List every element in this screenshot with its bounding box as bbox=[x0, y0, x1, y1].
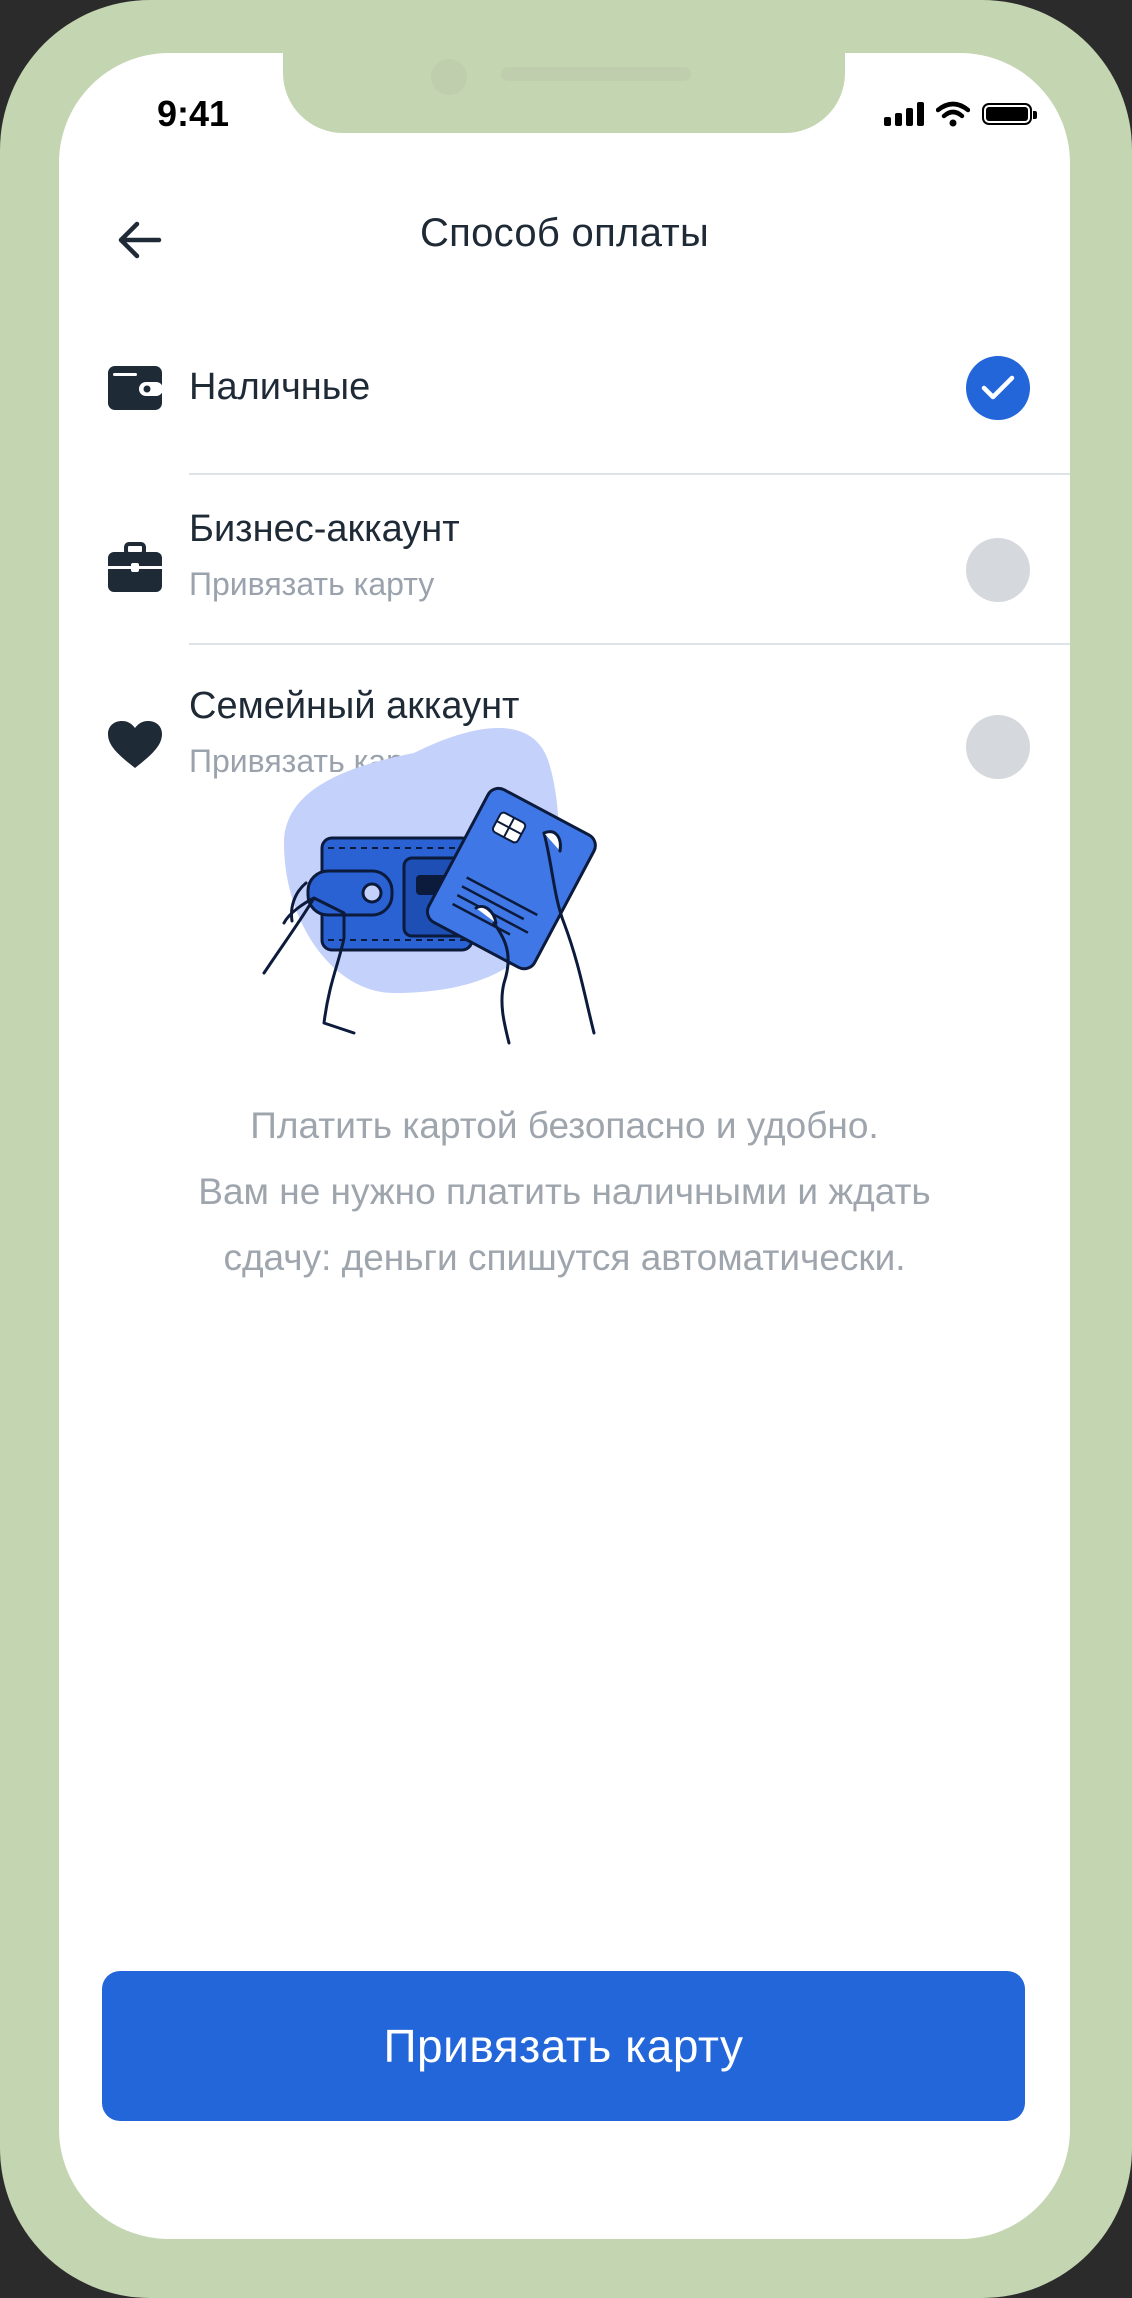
phone-notch bbox=[283, 53, 845, 133]
wifi-icon bbox=[936, 101, 970, 127]
status-icons bbox=[884, 101, 1037, 127]
radio-selected[interactable] bbox=[966, 356, 1030, 420]
payment-option-label: Наличные bbox=[189, 366, 371, 408]
info-line: Платить картой безопасно и удобно. bbox=[250, 1105, 879, 1146]
radio-unselected[interactable] bbox=[966, 715, 1030, 779]
divider bbox=[189, 473, 1070, 475]
info-text: Платить картой безопасно и удобно. Вам н… bbox=[99, 1093, 1030, 1291]
battery-icon bbox=[982, 103, 1037, 125]
app-screen: 9:41 Способ оплаты Наличные Бизнес-аккау… bbox=[59, 53, 1070, 2239]
page-title: Способ оплаты bbox=[419, 211, 710, 255]
payment-option-label: Бизнес-аккаунт bbox=[189, 508, 460, 550]
briefcase-icon bbox=[105, 538, 165, 598]
payment-option-label: Семейный аккаунт bbox=[189, 685, 520, 727]
heart-icon bbox=[105, 715, 165, 775]
wallet-icon bbox=[105, 358, 165, 418]
info-line: Вам не нужно платить наличными и ждать bbox=[198, 1171, 931, 1212]
status-time: 9:41 bbox=[157, 93, 230, 134]
divider bbox=[189, 643, 1070, 645]
hands-wallet-card-illustration bbox=[244, 723, 624, 1053]
payment-option-subtitle: Привязать карту bbox=[189, 566, 435, 602]
signal-icon bbox=[884, 102, 924, 126]
payment-option-business[interactable]: Бизнес-аккаунт Привязать карту bbox=[59, 508, 1070, 628]
camera-dot bbox=[431, 59, 467, 95]
speaker-grille bbox=[501, 67, 691, 81]
payment-option-cash[interactable]: Наличные bbox=[59, 356, 1070, 478]
link-card-button[interactable]: Привязать карту bbox=[102, 1971, 1025, 2121]
info-line: сдачу: деньги спишутся автоматически. bbox=[223, 1237, 906, 1278]
check-icon bbox=[981, 375, 1015, 400]
radio-unselected[interactable] bbox=[966, 538, 1030, 602]
